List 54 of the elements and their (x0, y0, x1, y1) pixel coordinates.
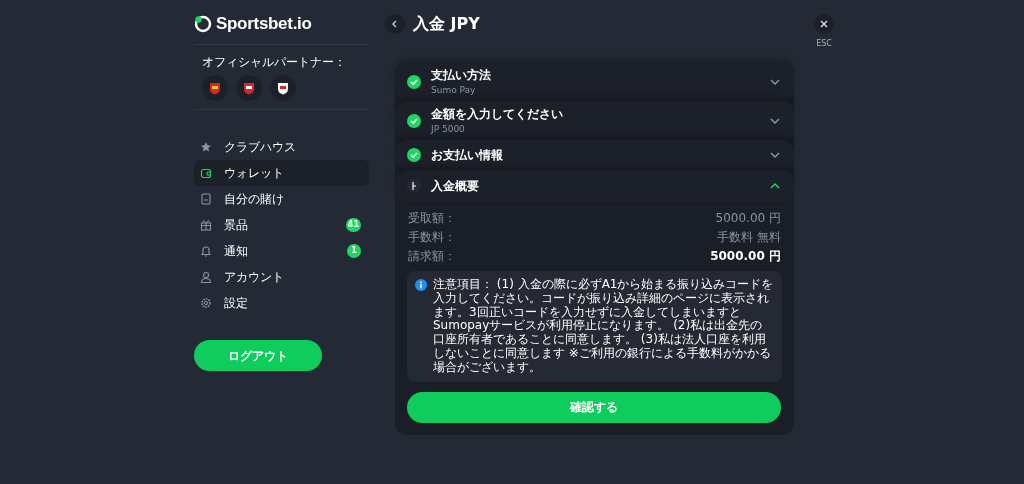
step-title: 金額を入力してください (431, 105, 563, 123)
count-badge: 41 (345, 218, 361, 232)
step-title: お支払い情報 (431, 147, 503, 164)
summary-label: 手数料： (408, 228, 456, 246)
step-subtitle: JP 5000 (431, 122, 466, 136)
summary-value: 5000.00 円 (710, 247, 781, 265)
step-title: 支払い方法 (431, 66, 491, 84)
nav-item[interactable]: 設定 (194, 290, 369, 316)
shield-icon (243, 81, 255, 95)
step-header[interactable]: 金額を入力してください JP 5000 (395, 101, 794, 140)
check-icon (407, 74, 421, 89)
back-icon (391, 20, 399, 28)
step-subtitle: Sumo Pay (431, 83, 477, 97)
close-button[interactable] (814, 14, 834, 34)
info-icon (415, 279, 427, 291)
step-title: 入金概要 (431, 178, 479, 195)
count-badge: 1 (347, 244, 361, 258)
gift-icon (200, 219, 212, 231)
shield-icon (277, 81, 289, 95)
chevron-icon (770, 151, 780, 159)
summary-label: 請求額： (408, 247, 456, 265)
step-header[interactable]: 入金概要 (395, 170, 794, 202)
step-header[interactable]: 支払い方法 Sumo Pay (395, 62, 794, 101)
brand-name: Sportsbet.io (216, 13, 312, 36)
ticket-icon (200, 193, 212, 205)
nav-item[interactable]: 景品 41 (194, 212, 369, 238)
check-icon (407, 113, 421, 128)
page-title: 入金 JPY (413, 14, 480, 34)
gear-icon (200, 297, 212, 309)
wallet-icon (200, 167, 212, 179)
user-icon (200, 271, 212, 283)
nav-item[interactable]: ウォレット (194, 160, 369, 186)
back-button[interactable] (385, 14, 405, 34)
nav-item[interactable]: クラブハウス (194, 134, 369, 160)
check-icon (407, 148, 421, 162)
nav-item[interactable]: 自分の賭け (194, 186, 369, 212)
esc-hint: ESC (816, 38, 832, 50)
star-icon (200, 141, 212, 153)
partners-label: オフィシャルパートナー： (202, 54, 347, 71)
step-header[interactable]: お支払い情報 (395, 140, 794, 170)
shield-icon (209, 81, 221, 95)
nav-item[interactable]: 通知 1 (194, 238, 369, 264)
chevron-icon (770, 77, 780, 86)
summary-value: 手数料 無料 (717, 228, 781, 246)
logo-icon (194, 15, 212, 33)
chevron-icon (770, 116, 780, 125)
nav-item[interactable]: アカウント (194, 264, 369, 290)
summary-value: 5000.00 円 (715, 209, 781, 227)
notice-text: 注意項目： (1) 入金の際に必ずA1から始まる振り込みコードを入力してください。コードが振り込み詳細のページに表示されます。3回正いコードを入力せずに入金してしまいますとSumopayサービスが利用停止になります。 (2)私は出金先の口座所有者であることに同意します。 (3)私は法人口座を利用しないことに同意します ※ご利用の銀行による手数料がかかる場合がございます。 (433, 278, 774, 375)
step-icon (407, 179, 421, 193)
close-icon (820, 20, 828, 28)
bell-icon (200, 245, 212, 257)
chevron-icon (770, 182, 780, 190)
summary-label: 受取額： (408, 209, 456, 227)
